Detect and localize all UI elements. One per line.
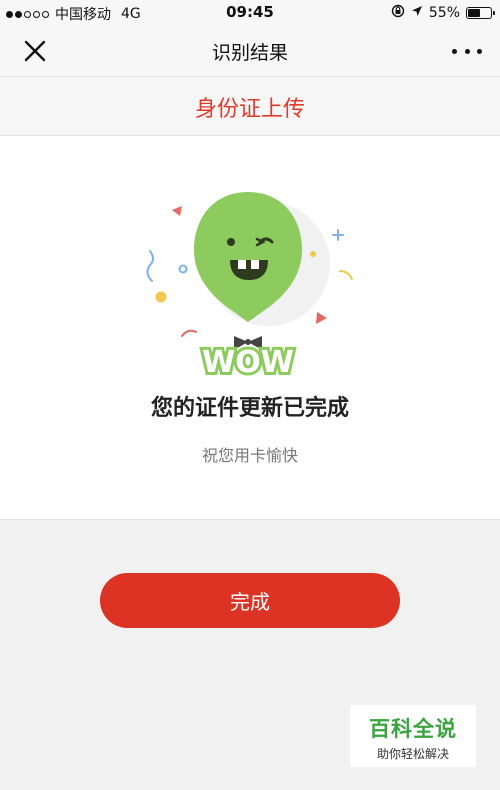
section-title: 身份证上传	[194, 97, 305, 122]
watermark-subtitle: 助你轻松解决	[376, 747, 449, 761]
celebration-balloon-illustration: WOW	[130, 176, 370, 383]
result-card: WOW 您的证件更新已完成 祝您用卡愉快	[0, 136, 500, 520]
watermark-logo: 百科全说 助你轻松解决	[350, 705, 476, 767]
section-header: 身份证上传	[0, 76, 500, 136]
page-title: 识别结果	[211, 42, 288, 64]
wow-text: WOW	[202, 345, 294, 376]
more-dots-icon[interactable]	[452, 44, 482, 58]
confetti-triangle	[172, 206, 182, 216]
result-subtitle: 祝您用卡愉快	[201, 446, 298, 465]
status-right: 55%	[391, 4, 495, 22]
done-button[interactable]: 完成	[100, 573, 400, 628]
status-bar: 中国移动 4G 09:45 55%	[0, 0, 500, 26]
location-arrow-icon	[411, 5, 423, 21]
battery-fill	[468, 9, 480, 17]
nav-bar: 识别结果	[0, 26, 500, 76]
battery-icon	[466, 7, 495, 19]
result-title: 您的证件更新已完成	[150, 396, 349, 421]
rotation-lock-icon	[391, 4, 405, 22]
watermark-title: 百科全说	[369, 717, 457, 741]
battery-percent: 55%	[428, 5, 460, 21]
